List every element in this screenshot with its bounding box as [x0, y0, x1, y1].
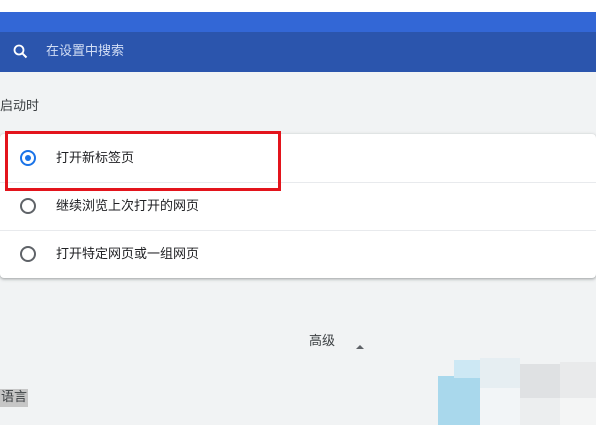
search-input[interactable]: 在设置中搜索	[46, 43, 124, 61]
search-icon	[12, 43, 30, 61]
blurred-corner-artifact	[438, 358, 596, 425]
settings-page: 在设置中搜索 启动时 打开新标签页 继续浏览上次打开的网页 打开特定网页或一组网…	[0, 0, 596, 425]
section-title-startup: 启动时	[0, 99, 40, 114]
radio-unchecked-icon[interactable]	[20, 198, 36, 214]
radio-unchecked-icon[interactable]	[20, 246, 36, 262]
section-title-language: 语言	[0, 389, 29, 407]
settings-header: 在设置中搜索	[0, 12, 596, 72]
top-strip	[0, 0, 596, 12]
highlight-annotation-box	[5, 131, 281, 191]
advanced-toggle[interactable]: 高级	[0, 331, 596, 353]
advanced-label: 高级	[309, 334, 336, 349]
arrow-up-icon	[355, 337, 365, 349]
option-label: 打开特定网页或一组网页	[56, 247, 200, 262]
startup-option-specific-pages[interactable]: 打开特定网页或一组网页	[0, 230, 596, 278]
option-label: 继续浏览上次打开的网页	[56, 199, 200, 214]
search-box[interactable]: 在设置中搜索	[0, 32, 596, 72]
